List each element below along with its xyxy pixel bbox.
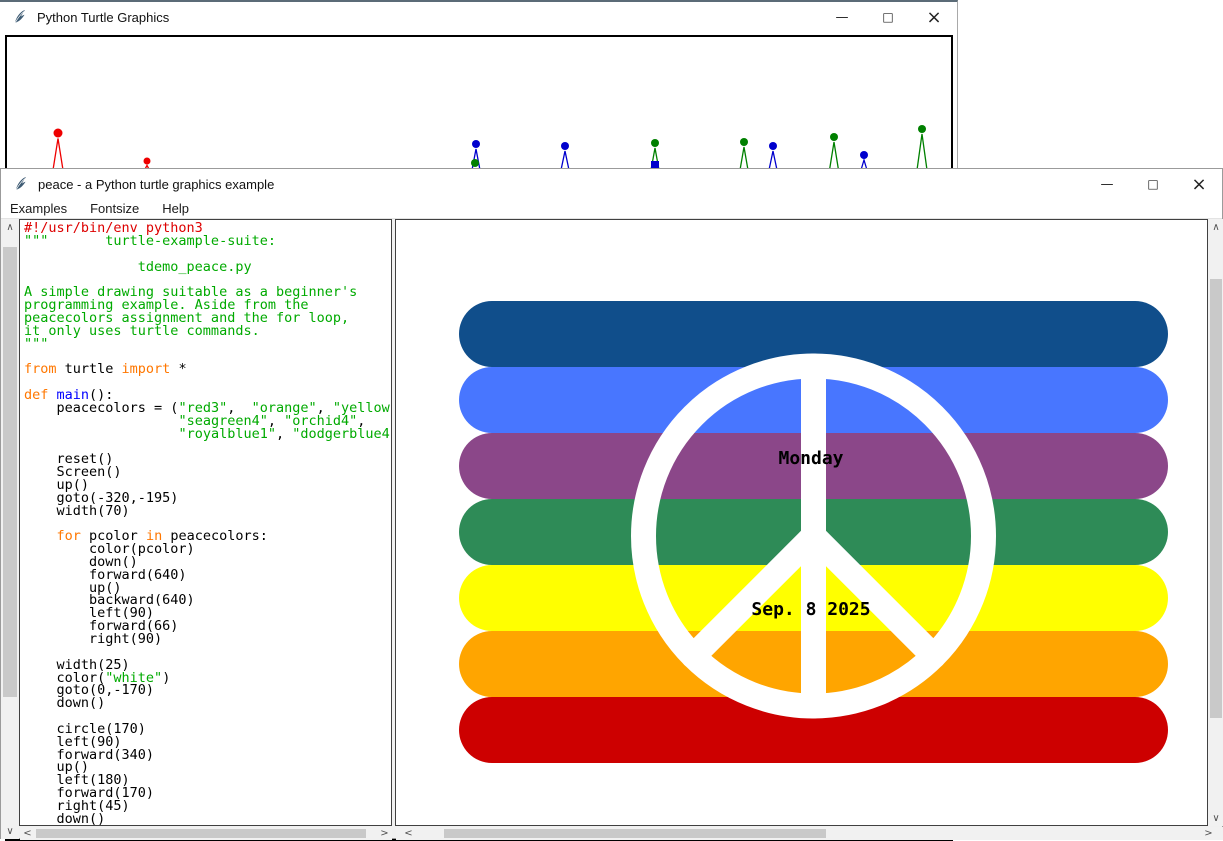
scroll-right-arrow-icon[interactable]: > (377, 827, 392, 840)
code-line: down() (24, 697, 392, 710)
code-line: right(90) (24, 633, 392, 646)
turtle-figures (7, 37, 951, 172)
close-button[interactable]: × (1176, 169, 1222, 199)
code-line: from turtle import * (24, 363, 392, 376)
demo-content: ∧ ∨ #!/usr/bin/env python3""" turtle-exa… (1, 219, 1222, 838)
scroll-left-arrow-icon[interactable]: < (20, 827, 35, 840)
code-hscroll-thumb[interactable] (36, 829, 366, 838)
scroll-up-arrow-icon[interactable]: ∧ (1208, 219, 1223, 235)
canvas-vscroll-thumb[interactable] (1210, 279, 1222, 718)
code-vscroll-thumb[interactable] (3, 247, 17, 697)
menu-item-examples[interactable]: Examples (10, 199, 77, 219)
tk-feather-icon (12, 9, 28, 25)
peace-symbol (396, 220, 1207, 825)
turtle-figure (740, 138, 748, 170)
turtle-figure (53, 129, 63, 171)
menu-item-fontsize[interactable]: Fontsize (90, 199, 149, 219)
menubar: Examples Fontsize Help (1, 199, 1222, 219)
code-line: tdemo_peace.py (24, 261, 392, 274)
turtle-figure (561, 142, 569, 170)
code-line: """ turtle-example-suite: (24, 235, 392, 248)
source-code-text: #!/usr/bin/env python3""" turtle-example… (24, 222, 392, 826)
close-button[interactable]: × (911, 2, 957, 32)
maximize-button[interactable]: □ (865, 2, 911, 32)
scroll-down-arrow-icon[interactable]: ∨ (1208, 810, 1223, 826)
day-text: Monday (778, 448, 843, 469)
canvas-scrollbar-vertical[interactable]: ∧ ∨ (1208, 219, 1223, 826)
back-window-title: Python Turtle Graphics (37, 10, 169, 25)
date-text: Sep. 8 2025 (751, 599, 870, 620)
turtle-figure (917, 125, 927, 170)
scroll-left-arrow-icon[interactable]: < (401, 827, 416, 840)
turtle-figure (769, 142, 777, 170)
scroll-right-arrow-icon[interactable]: > (1201, 827, 1216, 840)
back-titlebar[interactable]: Python Turtle Graphics — □ × (0, 2, 957, 32)
code-line: down() (24, 813, 392, 826)
code-line: it only uses turtle commands. (24, 325, 392, 338)
code-scrollbar-horizontal[interactable]: < > (20, 827, 392, 840)
scroll-up-arrow-icon[interactable]: ∧ (1, 219, 19, 235)
minimize-button[interactable]: — (1084, 169, 1130, 199)
maximize-button[interactable]: □ (1130, 169, 1176, 199)
front-window-title: peace - a Python turtle graphics example (38, 177, 274, 192)
turtle-figure (830, 133, 839, 170)
turtle-figure (471, 140, 480, 170)
peace-demo-window: peace - a Python turtle graphics example… (0, 168, 1223, 839)
canvas-scrollbar-horizontal[interactable]: < > (396, 827, 1223, 840)
tk-feather-icon (13, 176, 29, 192)
turtle-figure (651, 139, 659, 170)
scroll-down-arrow-icon[interactable]: ∨ (1, 823, 19, 839)
code-line: """ (24, 338, 392, 351)
code-scrollbar-vertical[interactable]: ∧ ∨ (1, 219, 19, 839)
code-line: width(70) (24, 505, 392, 518)
turtle-canvas-pane: Monday Sep. 8 2025 (395, 219, 1208, 826)
canvas-hscroll-thumb[interactable] (444, 829, 826, 838)
menu-item-help[interactable]: Help (162, 199, 199, 219)
source-code-pane[interactable]: #!/usr/bin/env python3""" turtle-example… (19, 219, 392, 826)
code-line: "royalblue1", "dodgerblue4") (24, 428, 392, 441)
minimize-button[interactable]: — (819, 2, 865, 32)
front-titlebar[interactable]: peace - a Python turtle graphics example… (1, 169, 1222, 199)
